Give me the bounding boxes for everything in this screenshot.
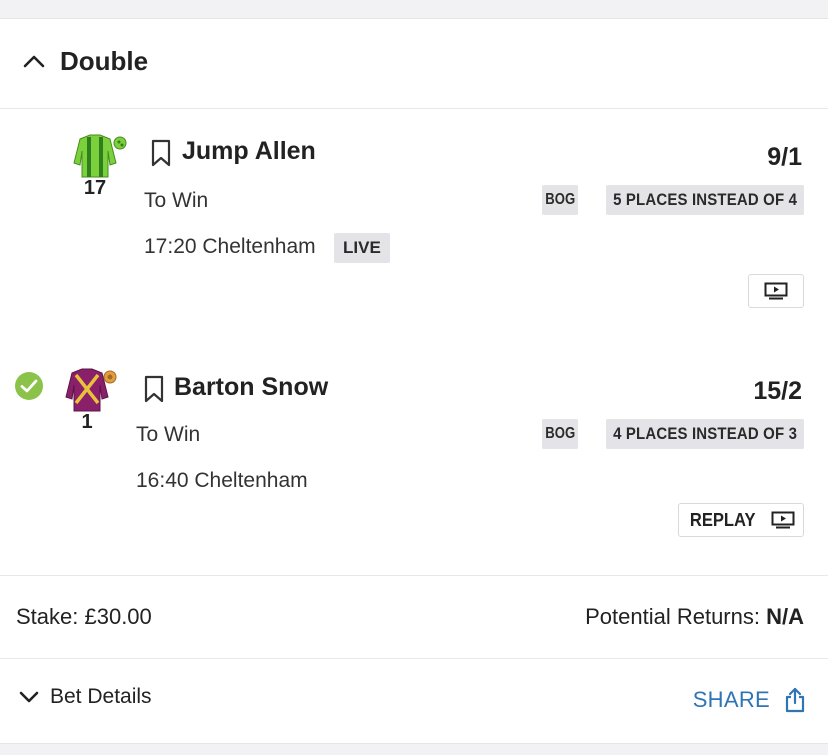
bookmark-icon[interactable] <box>143 375 165 403</box>
bet-details-toggle[interactable]: Bet Details <box>18 685 152 709</box>
selection-row: 17 Jump Allen 9/1 To Win BOG 5 PLACES IN… <box>0 109 828 329</box>
bet-card: Double 17 Jump Allen 9/1 To Win BOG 5 PL… <box>0 18 828 744</box>
chevron-up-icon[interactable] <box>22 53 46 69</box>
bet-type-title: Double <box>60 46 149 76</box>
tv-icon <box>764 282 788 300</box>
chevron-down-icon <box>19 691 39 703</box>
potential-returns-value: N/A <box>766 604 804 629</box>
jockey-silk-icon <box>65 368 117 412</box>
places-badge: 5 PLACES INSTEAD OF 4 <box>605 185 804 215</box>
race-info[interactable]: 16:40 Cheltenham <box>136 469 308 493</box>
odds: 9/1 <box>767 143 802 171</box>
market-label: To Win <box>144 189 209 212</box>
horse-name[interactable]: Jump Allen <box>182 137 316 166</box>
share-label: SHARE <box>692 687 770 712</box>
bet-details-label: Bet Details <box>50 685 152 708</box>
check-circle-icon <box>15 372 43 400</box>
stake-summary: Stake: £30.00 Potential Returns: N/A <box>0 575 828 659</box>
bog-badge: BOG <box>541 185 578 215</box>
share-button[interactable]: SHARE <box>693 687 806 713</box>
bet-header[interactable]: Double <box>0 19 828 109</box>
saddle-number: 1 <box>81 411 93 433</box>
replay-button[interactable]: REPLAY <box>678 503 804 537</box>
replay-label: REPLAY <box>690 509 756 530</box>
tv-icon <box>771 511 795 529</box>
potential-returns-label: Potential Returns: <box>585 604 760 629</box>
watch-live-button[interactable] <box>748 274 804 308</box>
saddle-number: 17 <box>83 177 107 199</box>
selection-row: 1 Barton Snow 15/2 To Win BOG 4 PLACES I… <box>0 329 828 573</box>
potential-returns: Potential Returns: N/A <box>585 604 804 630</box>
bet-footer: Bet Details SHARE <box>0 659 828 743</box>
jockey-silk-icon <box>73 134 127 178</box>
places-badge: 4 PLACES INSTEAD OF 3 <box>605 419 804 449</box>
odds: 15/2 <box>753 377 802 405</box>
bog-badge: BOG <box>541 419 578 449</box>
stake-amount: Stake: £30.00 <box>16 604 152 629</box>
bookmark-icon[interactable] <box>150 139 172 167</box>
race-info[interactable]: 17:20 Cheltenham <box>144 235 316 259</box>
horse-name[interactable]: Barton Snow <box>174 373 328 402</box>
live-badge: LIVE <box>334 233 390 263</box>
share-icon <box>785 687 805 713</box>
market-label: To Win <box>136 423 201 446</box>
